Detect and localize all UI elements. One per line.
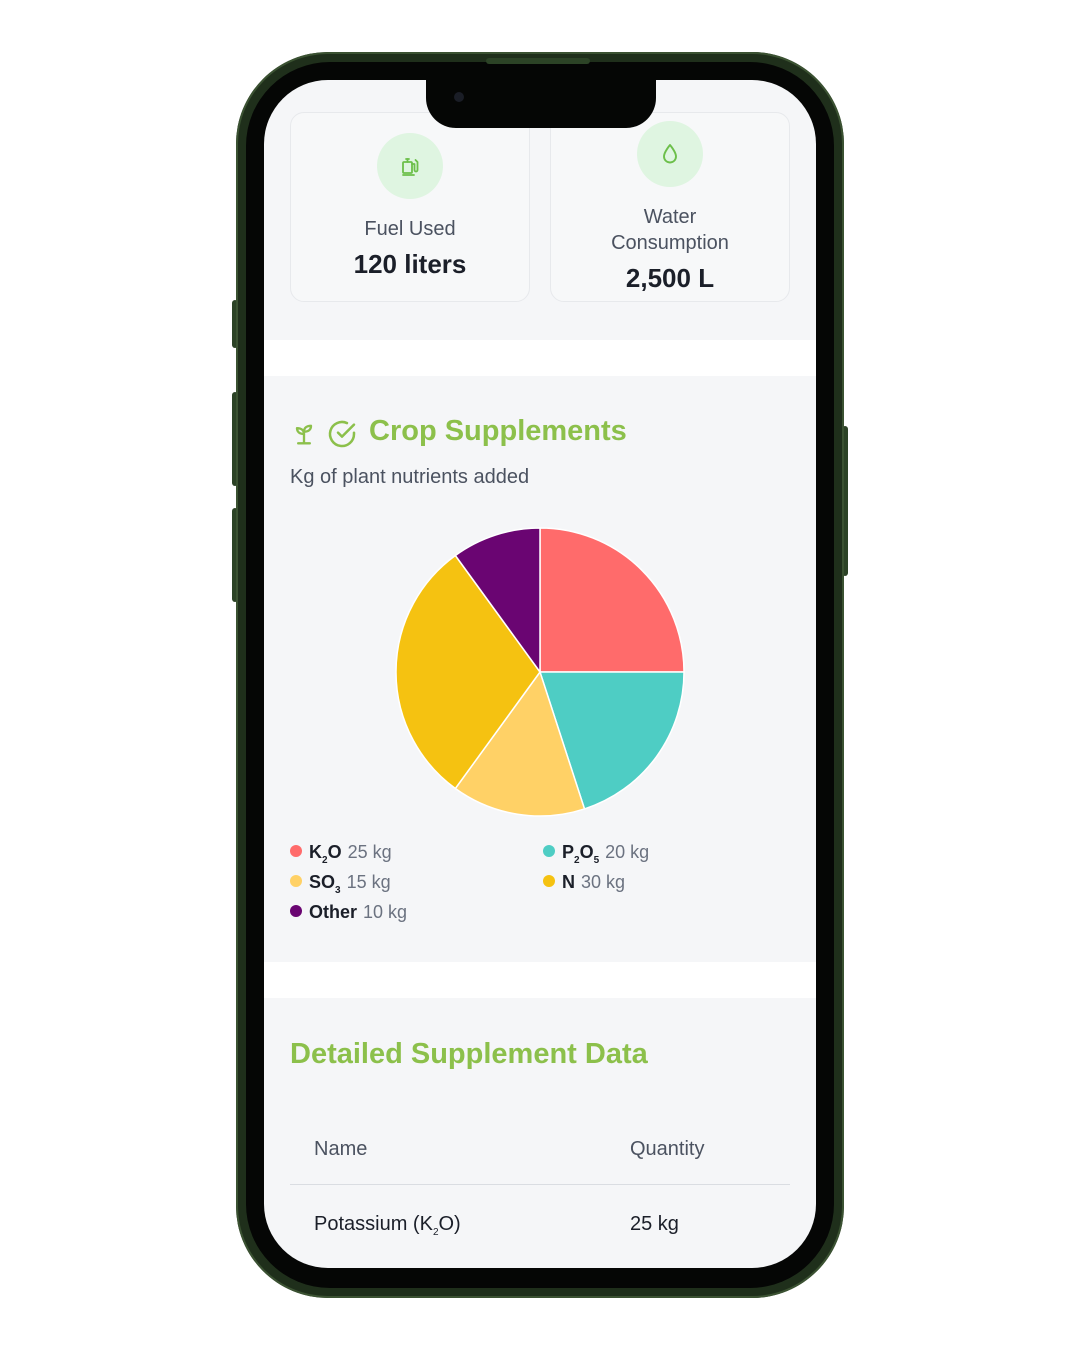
- row-name-post: O): [438, 1213, 461, 1235]
- legend-item-k2o[interactable]: K2O 25 kg: [290, 842, 392, 866]
- water-consumption-value: 2,500 L: [625, 263, 715, 293]
- front-camera: [454, 92, 464, 102]
- legend-item-other[interactable]: Other 10 kg: [290, 902, 407, 923]
- section-divider: [264, 340, 816, 376]
- legend-so3-base1: SO: [309, 872, 336, 892]
- app-screen: Fuel Used 120 liters Water Consumption 2…: [264, 80, 816, 1268]
- table-header-quantity[interactable]: Quantity: [630, 1138, 704, 1161]
- row-name-pre: Potassium (K: [314, 1213, 433, 1235]
- legend-dot-so3: [290, 875, 302, 887]
- table-header-divider: [290, 1184, 790, 1185]
- legend-n-base1: N: [562, 872, 575, 892]
- legend-p2o5-base2: O: [579, 842, 594, 862]
- legend-p2o5-sub2: 5: [593, 855, 600, 866]
- supplements-pie-chart: [395, 527, 685, 817]
- legend-so3-sub1: 3: [335, 885, 341, 896]
- fuel-icon: [377, 133, 443, 199]
- legend-other-base1: Other: [309, 902, 358, 922]
- legend-other-value: 10 kg: [363, 902, 408, 922]
- legend-dot-k2o: [290, 845, 302, 857]
- water-consumption-card: Water Consumption 2,500 L: [550, 112, 790, 302]
- legend-k2o-base2: O: [327, 842, 342, 862]
- legend-dot-n: [543, 875, 555, 887]
- detailed-supplement-title: Detailed Supplement Data: [290, 1038, 648, 1070]
- pie-slice-k2o[interactable]: [539, 527, 685, 673]
- legend-item-p2o5[interactable]: P2O5 20 kg: [543, 842, 649, 866]
- fuel-used-label: Fuel Used: [364, 218, 456, 240]
- fuel-used-value: 120 liters: [353, 249, 467, 279]
- section-divider-2: [264, 962, 816, 998]
- legend-item-so3[interactable]: SO3 15 kg: [290, 872, 391, 896]
- water-consumption-label-line2: Consumption: [611, 232, 729, 254]
- check-circle-icon: [326, 418, 358, 450]
- legend-p2o5-value: 20 kg: [605, 842, 650, 862]
- crop-supplements-subtitle: Kg of plant nutrients added: [290, 466, 530, 488]
- table-header-name[interactable]: Name: [314, 1138, 367, 1161]
- legend-so3-value: 15 kg: [346, 872, 391, 892]
- sprout-icon: [290, 420, 318, 448]
- legend-item-n[interactable]: N 30 kg: [543, 872, 625, 893]
- legend-p2o5-base1: P: [562, 842, 575, 862]
- table-cell-quantity: 25 kg: [630, 1213, 679, 1235]
- water-drop-icon: [637, 121, 703, 187]
- fuel-used-card: Fuel Used 120 liters: [290, 112, 530, 302]
- legend-n-value: 30 kg: [581, 872, 626, 892]
- legend-dot-p2o5: [543, 845, 555, 857]
- water-consumption-label-line1: Water: [643, 206, 697, 228]
- phone-notch: [426, 72, 656, 128]
- speaker-grille: [486, 58, 590, 64]
- legend-dot-other: [290, 905, 302, 917]
- legend-k2o-base1: K: [309, 842, 322, 862]
- legend-k2o-value: 25 kg: [347, 842, 392, 862]
- crop-supplements-title: Crop Supplements: [369, 415, 627, 447]
- table-cell-name: Potassium (K2O): [314, 1213, 461, 1238]
